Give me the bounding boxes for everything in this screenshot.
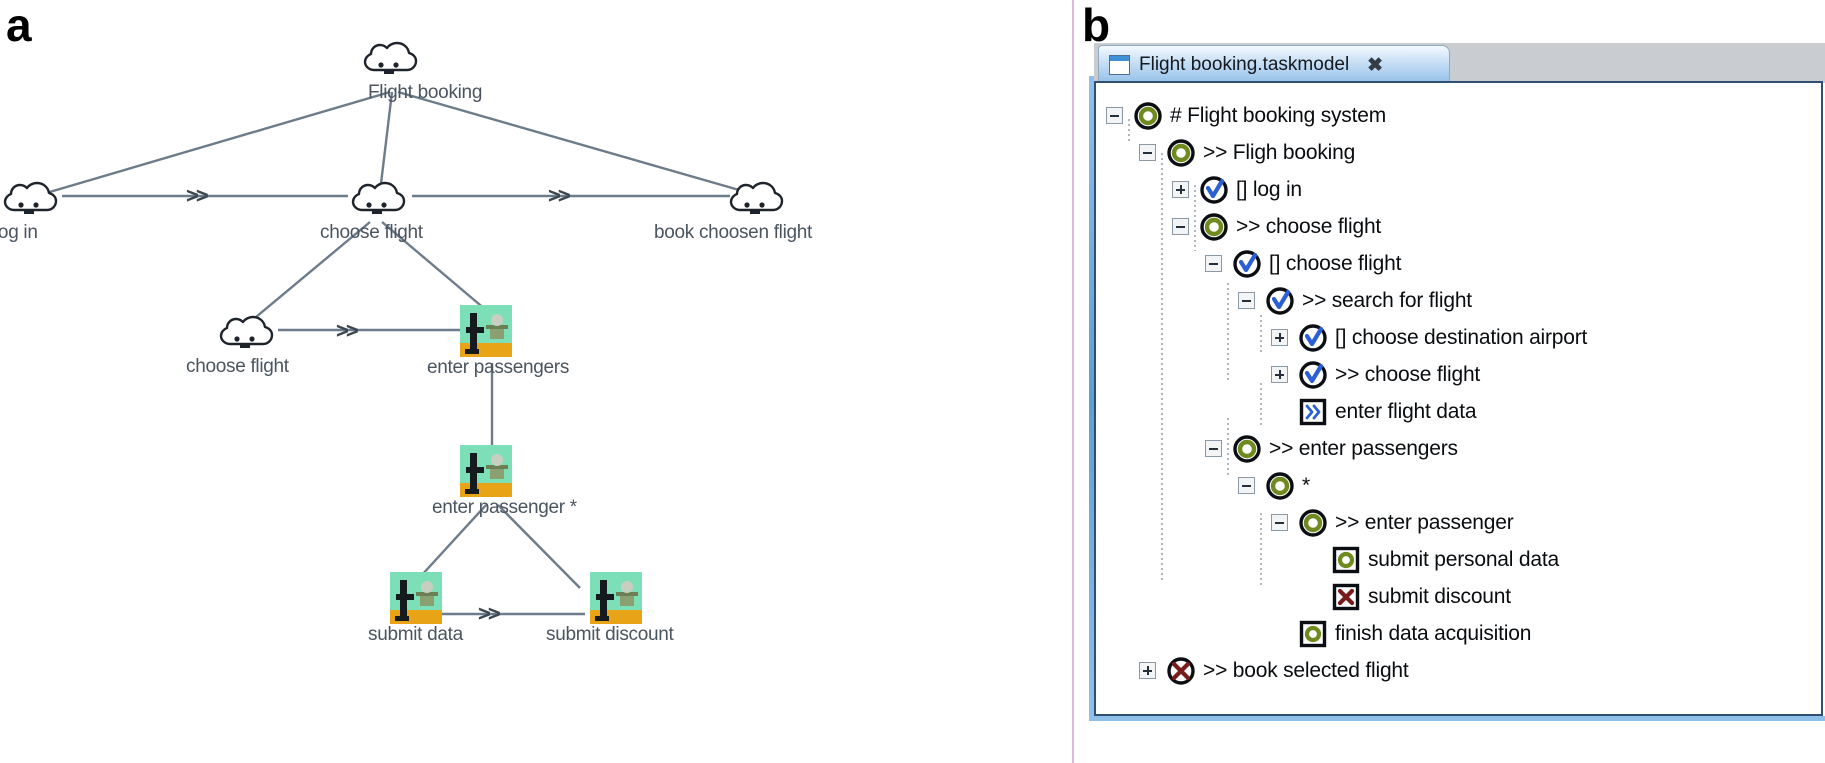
diagram-node-label: book choosen flight (654, 222, 813, 243)
tree-row[interactable]: [] log in (1096, 171, 1821, 208)
interaction-task-icon (460, 445, 512, 497)
tree-row-label: >> choose flight (1236, 214, 1382, 238)
cloud-icon (363, 41, 418, 74)
application-task-icon (1299, 620, 1327, 647)
error-task-icon (1167, 656, 1195, 685)
panel-divider (1072, 0, 1074, 763)
interaction-task-icon (590, 572, 642, 624)
interaction-task-icon (1299, 323, 1327, 352)
tree-row-label: * (1302, 473, 1310, 497)
cloud-icon (219, 315, 274, 348)
tab-flight-booking-taskmodel[interactable]: Flight booking.taskmodel ✖ (1098, 45, 1450, 84)
tree-row-label: enter flight data (1335, 399, 1477, 423)
tree-row[interactable]: >> search for flight (1096, 282, 1821, 319)
tree-row-label: submit discount (1368, 584, 1511, 608)
diagram-node-label: enter passengers (427, 357, 570, 378)
diagram-node-label: Flight booking (368, 82, 483, 103)
diagram-node-label: choose flight (186, 356, 289, 377)
application-task-icon (1332, 546, 1360, 573)
collapse-icon[interactable] (1238, 292, 1255, 309)
collapse-icon[interactable] (1139, 144, 1156, 161)
collapse-icon[interactable] (1205, 440, 1222, 457)
tree-row-label: >> book selected flight (1203, 658, 1409, 682)
tree-row[interactable]: submit personal data (1096, 541, 1821, 578)
interaction-task-icon (1299, 360, 1327, 389)
collapse-icon[interactable] (1172, 218, 1189, 235)
tree-row-label: # Flight booking system (1170, 103, 1387, 127)
abstract-task-icon (1134, 101, 1162, 130)
tree-row-label: [] log in (1236, 177, 1302, 201)
tree-row[interactable]: * (1096, 467, 1821, 504)
diagram-node-label: log in (0, 222, 38, 243)
tree-row[interactable]: >> enter passengers (1096, 430, 1821, 467)
cloud-icon (351, 181, 406, 214)
diagram-operator-enabling: >> (548, 183, 571, 208)
tree-row-label: >> search for flight (1302, 288, 1472, 312)
abstract-task-icon (1167, 138, 1195, 167)
tree-row-label: finish data acquisition (1335, 621, 1532, 645)
diagram-edges (35, 90, 761, 616)
tree-view-body: # Flight booking system >> Fligh booking [… (1094, 81, 1823, 716)
tree-row[interactable]: >> Fligh booking (1096, 134, 1821, 171)
tree-row[interactable]: [] choose destination airport (1096, 319, 1821, 356)
tree-row[interactable]: finish data acquisition (1096, 615, 1821, 652)
expand-icon[interactable] (1172, 181, 1189, 198)
tree-row[interactable]: >> choose flight (1096, 208, 1821, 245)
cloud-icon (3, 181, 58, 214)
panel-b-tree-view: b Flight booking.taskmodel ✖ # Flight bo… (1078, 0, 1825, 763)
tree-row[interactable]: >> enter passenger (1096, 504, 1821, 541)
collapse-icon[interactable] (1271, 514, 1288, 531)
interaction-task-icon (1266, 286, 1294, 315)
diagram-node-label: submit discount (546, 624, 674, 645)
tree-row-label: [] choose destination airport (1335, 325, 1588, 349)
abstract-task-icon (1233, 434, 1261, 463)
cloud-icon (729, 181, 784, 214)
expand-icon[interactable] (1271, 366, 1288, 383)
tree-row[interactable]: >> book selected flight (1096, 652, 1821, 689)
tab-title: Flight booking.taskmodel (1139, 54, 1350, 75)
interaction-task-icon (1200, 175, 1228, 204)
diagram-node-label: enter passenger * (432, 497, 577, 518)
task-tree: # Flight booking system >> Fligh booking [… (1096, 97, 1821, 689)
collapse-icon[interactable] (1205, 255, 1222, 272)
tree-row-label: submit personal data (1368, 547, 1559, 571)
abstract-task-icon (1200, 212, 1228, 241)
tree-row-label: >> choose flight (1335, 362, 1481, 386)
panel-a-diagram: a Flight booking og in choose flight boo… (0, 0, 1072, 763)
collapse-icon[interactable] (1238, 477, 1255, 494)
interaction-task-icon (390, 572, 442, 624)
diagram-node-label: submit data (368, 624, 463, 645)
interaction-task-icon (1233, 249, 1261, 278)
diagram-node-label: choose flight (320, 222, 423, 243)
diagram-operator-enabling: >> (186, 183, 209, 208)
expand-icon[interactable] (1139, 662, 1156, 679)
abstract-task-icon (1266, 471, 1294, 500)
tree-row-label: >> enter passengers (1269, 436, 1458, 460)
taskmodel-file-icon (1109, 55, 1130, 75)
tree-row[interactable]: >> choose flight (1096, 356, 1821, 393)
tree-row-label: >> enter passenger (1335, 510, 1514, 534)
diagram-operator-enabling: >> (478, 601, 501, 626)
close-icon[interactable]: ✖ (1367, 56, 1383, 75)
eclipse-view: Flight booking.taskmodel ✖ # Flight book… (1089, 43, 1825, 721)
task-model-diagram: Flight booking log in choose flight (0, 0, 1072, 763)
tree-row-label: [] choose flight (1269, 251, 1402, 275)
tree-row[interactable]: submit discount (1096, 578, 1821, 615)
collapse-icon[interactable] (1106, 107, 1123, 124)
interaction-task-icon (460, 305, 512, 357)
user-action-icon (1299, 398, 1327, 425)
tab-strip: Flight booking.taskmodel ✖ (1094, 43, 1825, 84)
tree-row[interactable]: [] choose flight (1096, 245, 1821, 282)
tree-row[interactable]: enter flight data (1096, 393, 1821, 430)
disabled-task-icon (1332, 583, 1360, 610)
expand-icon[interactable] (1271, 329, 1288, 346)
abstract-task-icon (1299, 508, 1327, 537)
diagram-operator-enabling: >> (336, 318, 359, 343)
panel-b-letter: b (1082, 0, 1111, 51)
tree-row[interactable]: # Flight booking system (1096, 97, 1821, 134)
tree-row-label: >> Fligh booking (1203, 140, 1356, 164)
